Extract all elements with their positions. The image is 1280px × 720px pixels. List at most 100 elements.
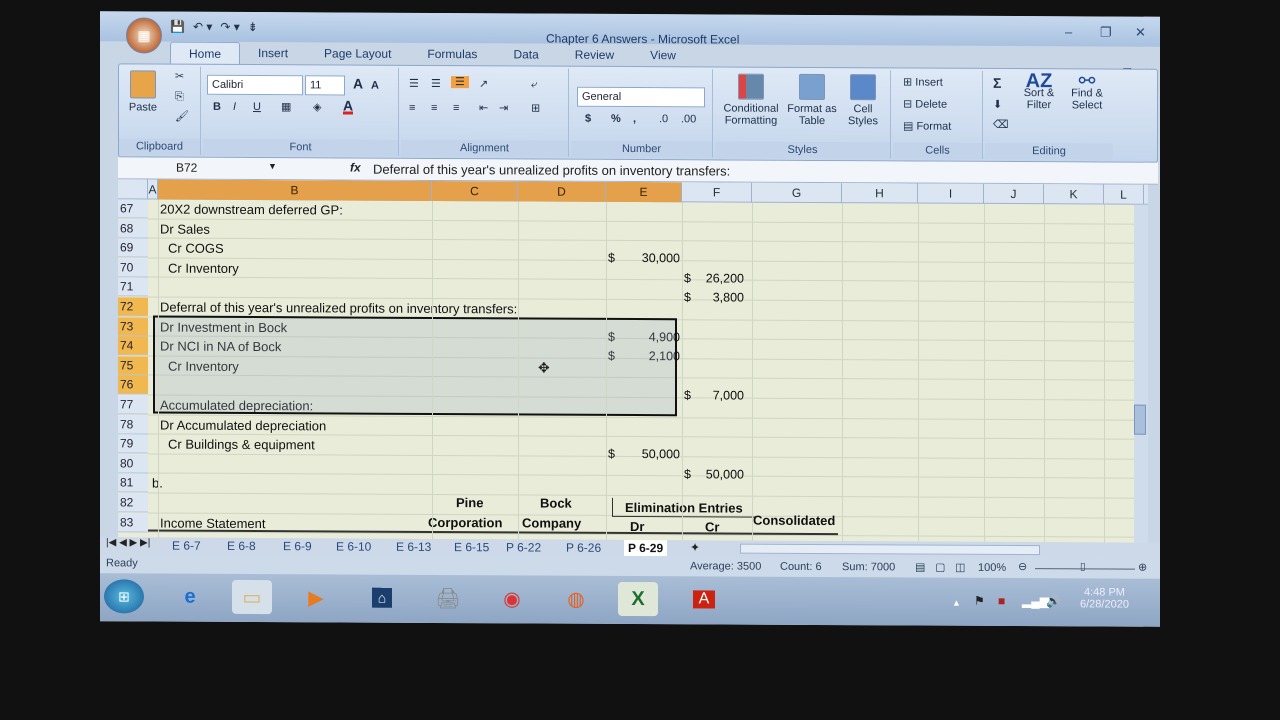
show-hidden-icons[interactable]: ▲ <box>952 598 961 608</box>
row-header-69[interactable]: 69 <box>118 238 148 258</box>
format-as-table-button[interactable]: Format as Table <box>787 73 837 127</box>
orientation-icon[interactable]: ↗ <box>479 78 488 90</box>
paste-button[interactable]: Paste <box>125 70 161 114</box>
column-header-d[interactable]: D <box>518 181 606 202</box>
row-header-78[interactable]: 78 <box>118 414 148 435</box>
select-all-corner[interactable] <box>118 179 148 200</box>
start-button[interactable]: ⊞ <box>104 579 144 614</box>
firefox-icon[interactable]: ◍ <box>556 582 596 616</box>
cut-icon[interactable]: ✂ <box>175 71 184 83</box>
sheet-nav-icon[interactable]: |◀ ◀ ▶ ▶| <box>106 537 150 548</box>
number-format-select[interactable]: General <box>577 86 705 108</box>
wrap-text-icon[interactable]: ⤶ <box>531 78 537 90</box>
chrome-icon[interactable]: ◉ <box>492 581 532 615</box>
underline-button[interactable]: U <box>253 101 261 113</box>
vertical-scrollbar[interactable] <box>1134 204 1148 543</box>
normal-view-icon[interactable]: ▤ <box>915 560 925 573</box>
sheet-tab-p6-29[interactable]: P 6-29 <box>624 539 668 557</box>
currency-button[interactable]: $ <box>585 113 591 125</box>
cell-f80[interactable]: $50,000 <box>684 465 744 484</box>
align-middle-icon[interactable]: ☰ <box>431 78 441 90</box>
cell-b79[interactable]: Cr Buildings & equipment <box>168 435 315 455</box>
clear-icon[interactable]: ⌫ <box>993 119 1009 131</box>
page-break-view-icon[interactable]: ◫ <box>955 561 965 574</box>
cell-b68[interactable]: Dr Sales <box>160 219 210 238</box>
row-header-76[interactable]: 76 <box>118 375 148 395</box>
row-header-83[interactable]: 83 <box>118 512 148 533</box>
delete-cells-button[interactable]: ⊟ Delete <box>903 98 947 110</box>
align-left-icon[interactable]: ≡ <box>409 102 415 114</box>
zoom-out-icon[interactable]: ⊖ <box>1018 560 1027 573</box>
column-header-g[interactable]: G <box>752 182 842 204</box>
cell-b70[interactable]: Cr Inventory <box>168 258 239 277</box>
column-header-k[interactable]: K <box>1044 184 1104 205</box>
column-header-i[interactable]: I <box>918 183 984 204</box>
fill-icon[interactable]: ⬇ <box>993 99 1002 111</box>
cell-b67[interactable]: 20X2 downstream deferred GP: <box>160 200 343 220</box>
sheet-tab-e6-10[interactable]: E 6-10 <box>336 538 371 554</box>
file-explorer-icon[interactable]: ▭ <box>232 579 272 615</box>
tab-data[interactable]: Data <box>495 43 556 65</box>
tab-home[interactable]: Home <box>170 41 241 64</box>
formula-input[interactable]: Deferral of this year's unrealized profi… <box>373 162 730 179</box>
row-header-81[interactable]: 81 <box>118 473 148 493</box>
media-player-icon[interactable]: ▶ <box>296 580 336 614</box>
column-header-c[interactable]: C <box>432 180 518 202</box>
autosum-button[interactable]: Σ <box>993 75 1001 91</box>
cell-f76[interactable]: $7,000 <box>684 387 744 406</box>
close-button[interactable]: ✕ <box>1135 25 1146 41</box>
network-icon[interactable]: ▂▄▆ <box>1022 594 1049 608</box>
column-header-l[interactable]: L <box>1104 184 1144 205</box>
column-header-j[interactable]: J <box>984 183 1044 205</box>
restore-button[interactable]: ❐ <box>1100 24 1112 40</box>
row-header-68[interactable]: 68 <box>118 218 148 239</box>
percent-button[interactable]: % <box>611 113 621 125</box>
tab-insert[interactable]: Insert <box>240 42 306 64</box>
save-icon[interactable]: 💾 <box>170 20 185 34</box>
vertical-scroll-thumb[interactable] <box>1134 404 1146 435</box>
tab-review[interactable]: Review <box>557 44 632 66</box>
align-center-icon[interactable]: ≡ <box>431 102 437 114</box>
row-header-82[interactable]: 82 <box>118 493 148 513</box>
sheet-tab-e6-9[interactable]: E 6-9 <box>283 538 312 554</box>
sheet-tab-p6-26[interactable]: P 6-26 <box>566 540 601 556</box>
internet-explorer-icon[interactable]: e <box>170 580 210 614</box>
cell-e69[interactable]: $30,000 <box>608 249 680 268</box>
font-size-select[interactable]: 11 <box>305 75 345 96</box>
column-header-e[interactable]: E <box>606 181 682 203</box>
shrink-font-button[interactable]: A <box>371 80 379 92</box>
tab-view[interactable]: View <box>632 44 694 66</box>
office-button[interactable]: ▦ <box>126 17 162 54</box>
row-header-74[interactable]: 74 <box>118 336 148 356</box>
volume-icon[interactable]: 🔊 <box>1046 594 1061 608</box>
zoom-slider-thumb[interactable]: ▯ <box>1080 561 1086 572</box>
cell-styles-button[interactable]: Cell Styles <box>841 74 885 127</box>
selection-range[interactable] <box>153 315 677 417</box>
grow-font-button[interactable]: A <box>353 76 363 92</box>
security-icon[interactable]: ■ <box>998 594 1005 608</box>
row-header-75[interactable]: 75 <box>118 356 148 376</box>
cell-e79[interactable]: $50,000 <box>608 445 680 464</box>
zoom-in-icon[interactable]: ⊕ <box>1138 561 1147 574</box>
cell-f70[interactable]: $26,200 <box>684 269 744 288</box>
borders-icon[interactable]: ▦ <box>281 101 291 113</box>
insert-cells-button[interactable]: ⊞ Insert <box>903 76 943 88</box>
copy-icon[interactable]: ⎘ <box>175 91 184 103</box>
action-center-icon[interactable]: ⚑ <box>974 594 985 608</box>
insert-sheet-icon[interactable]: ✦ <box>690 540 700 554</box>
undo-icon[interactable]: ↶ ▾ <box>193 20 212 34</box>
column-header-a[interactable]: A <box>148 179 158 200</box>
screen-recorder-icon[interactable]: ⌂ <box>362 581 402 615</box>
format-painter-icon[interactable]: 🖌 <box>175 111 189 123</box>
row-header-77[interactable]: 77 <box>118 395 148 415</box>
column-header-b[interactable]: B <box>158 179 432 201</box>
row-header-71[interactable]: 71 <box>118 277 148 297</box>
sheet-tab-e6-15[interactable]: E 6-15 <box>454 539 489 555</box>
increase-indent-icon[interactable]: ⇥ <box>499 102 508 114</box>
conditional-formatting-button[interactable]: Conditional Formatting <box>719 73 783 127</box>
align-right-icon[interactable]: ≡ <box>453 102 459 114</box>
excel-taskbar-icon[interactable]: X <box>618 581 658 617</box>
sheet-tab-e6-7[interactable]: E 6-7 <box>172 538 201 554</box>
horizontal-scrollbar[interactable] <box>740 543 1040 556</box>
row-header-80[interactable]: 80 <box>118 454 148 474</box>
